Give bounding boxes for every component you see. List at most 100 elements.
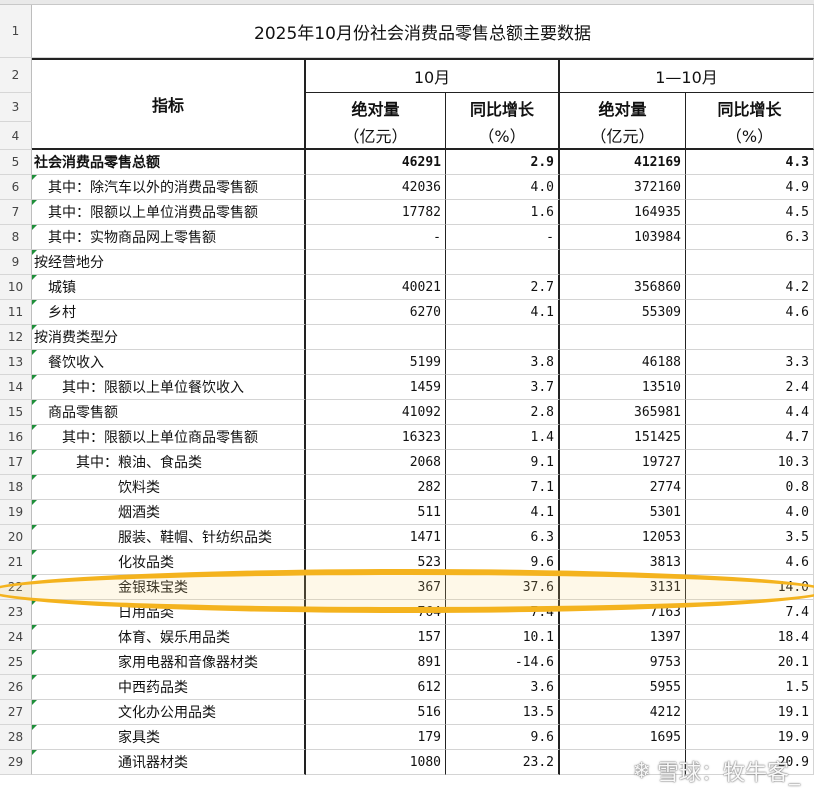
row-label-cell[interactable]: 饮料类 bbox=[32, 475, 306, 500]
row-label-cell[interactable]: 其中：限额以上单位商品零售额 bbox=[32, 425, 306, 450]
row-number[interactable]: 4 bbox=[0, 122, 32, 150]
row-label-cell[interactable]: 金银珠宝类 bbox=[32, 575, 306, 600]
period1-header[interactable]: 10月 bbox=[306, 58, 560, 93]
c-abs-unit[interactable]: （亿元） bbox=[560, 122, 686, 150]
value-cell[interactable]: 19.9 bbox=[686, 725, 814, 750]
value-cell[interactable]: -14.6 bbox=[446, 650, 560, 675]
value-cell[interactable]: - bbox=[446, 225, 560, 250]
row-number[interactable]: 15 bbox=[0, 400, 32, 425]
value-cell[interactable]: 511 bbox=[306, 500, 446, 525]
value-cell[interactable]: 7.4 bbox=[686, 600, 814, 625]
value-cell[interactable]: 4.9 bbox=[686, 175, 814, 200]
value-cell[interactable]: 5199 bbox=[306, 350, 446, 375]
indicator-header[interactable]: 指标 bbox=[32, 58, 306, 150]
row-label-cell[interactable]: 按经营地分 bbox=[32, 250, 306, 275]
row-label-cell[interactable]: 商品零售额 bbox=[32, 400, 306, 425]
value-cell[interactable]: 19.1 bbox=[686, 700, 814, 725]
value-cell[interactable]: 41092 bbox=[306, 400, 446, 425]
row-label-cell[interactable]: 其中：除汽车以外的消费品零售额 bbox=[32, 175, 306, 200]
period2-header[interactable]: 1—10月 bbox=[560, 58, 814, 93]
row-number[interactable]: 14 bbox=[0, 375, 32, 400]
value-cell[interactable]: 9.6 bbox=[446, 550, 560, 575]
value-cell[interactable]: 20.1 bbox=[686, 650, 814, 675]
value-cell[interactable]: 3.8 bbox=[446, 350, 560, 375]
value-cell[interactable]: 3813 bbox=[560, 550, 686, 575]
m-yoy-unit[interactable]: （%） bbox=[446, 122, 560, 150]
value-cell[interactable]: 4.4 bbox=[686, 400, 814, 425]
value-cell[interactable]: 3131 bbox=[560, 575, 686, 600]
value-cell[interactable]: 4.6 bbox=[686, 300, 814, 325]
row-number[interactable]: 29 bbox=[0, 750, 32, 775]
value-cell[interactable]: 55309 bbox=[560, 300, 686, 325]
value-cell[interactable] bbox=[306, 325, 446, 350]
value-cell[interactable]: 3.5 bbox=[686, 525, 814, 550]
value-cell[interactable]: 523 bbox=[306, 550, 446, 575]
row-label-cell[interactable]: 日用品类 bbox=[32, 600, 306, 625]
value-cell[interactable] bbox=[560, 250, 686, 275]
value-cell[interactable]: 1459 bbox=[306, 375, 446, 400]
value-cell[interactable]: 4.2 bbox=[686, 275, 814, 300]
value-cell[interactable]: 412169 bbox=[560, 150, 686, 175]
value-cell[interactable]: 1.6 bbox=[446, 200, 560, 225]
c-yoy-unit[interactable]: （%） bbox=[686, 122, 814, 150]
row-label-cell[interactable]: 体育、娱乐用品类 bbox=[32, 625, 306, 650]
value-cell[interactable]: 4.0 bbox=[686, 500, 814, 525]
value-cell[interactable]: 1397 bbox=[560, 625, 686, 650]
row-number[interactable]: 11 bbox=[0, 300, 32, 325]
c-abs-header[interactable]: 绝对量 bbox=[560, 93, 686, 122]
value-cell[interactable]: 367 bbox=[306, 575, 446, 600]
value-cell[interactable]: 9.6 bbox=[446, 725, 560, 750]
value-cell[interactable]: 9753 bbox=[560, 650, 686, 675]
value-cell[interactable]: 516 bbox=[306, 700, 446, 725]
value-cell[interactable]: 19727 bbox=[560, 450, 686, 475]
row-number[interactable]: 2 bbox=[0, 58, 32, 93]
value-cell[interactable]: 13.5 bbox=[446, 700, 560, 725]
value-cell[interactable] bbox=[446, 250, 560, 275]
value-cell[interactable]: 37.6 bbox=[446, 575, 560, 600]
row-number[interactable]: 10 bbox=[0, 275, 32, 300]
value-cell[interactable]: 2.7 bbox=[446, 275, 560, 300]
value-cell[interactable]: 2068 bbox=[306, 450, 446, 475]
row-label-cell[interactable]: 餐饮收入 bbox=[32, 350, 306, 375]
row-number[interactable]: 6 bbox=[0, 175, 32, 200]
value-cell[interactable]: 3.7 bbox=[446, 375, 560, 400]
value-cell[interactable]: 12053 bbox=[560, 525, 686, 550]
value-cell[interactable]: 10.1 bbox=[446, 625, 560, 650]
value-cell[interactable]: 9.1 bbox=[446, 450, 560, 475]
value-cell[interactable]: 46188 bbox=[560, 350, 686, 375]
value-cell[interactable]: 103984 bbox=[560, 225, 686, 250]
row-label-cell[interactable]: 服装、鞋帽、针纺织品类 bbox=[32, 525, 306, 550]
value-cell[interactable]: 1080 bbox=[306, 750, 446, 775]
c-yoy-header[interactable]: 同比增长 bbox=[686, 93, 814, 122]
value-cell[interactable] bbox=[560, 325, 686, 350]
value-cell[interactable]: 282 bbox=[306, 475, 446, 500]
value-cell[interactable]: 1471 bbox=[306, 525, 446, 550]
row-label-cell[interactable]: 社会消费品零售总额 bbox=[32, 150, 306, 175]
row-label-cell[interactable]: 通讯器材类 bbox=[32, 750, 306, 775]
value-cell[interactable]: 14.0 bbox=[686, 575, 814, 600]
row-number[interactable]: 19 bbox=[0, 500, 32, 525]
row-number[interactable]: 27 bbox=[0, 700, 32, 725]
row-number[interactable]: 20 bbox=[0, 525, 32, 550]
row-number[interactable]: 16 bbox=[0, 425, 32, 450]
row-number[interactable]: 1 bbox=[0, 5, 32, 58]
value-cell[interactable]: 356860 bbox=[560, 275, 686, 300]
table-title-cell[interactable]: 2025年10月份社会消费品零售总额主要数据 bbox=[32, 5, 814, 58]
row-label-cell[interactable]: 按消费类型分 bbox=[32, 325, 306, 350]
row-number[interactable]: 25 bbox=[0, 650, 32, 675]
row-number[interactable]: 3 bbox=[0, 93, 32, 122]
value-cell[interactable]: 6.3 bbox=[446, 525, 560, 550]
row-number[interactable]: 28 bbox=[0, 725, 32, 750]
value-cell[interactable]: 2.8 bbox=[446, 400, 560, 425]
m-abs-unit[interactable]: （亿元） bbox=[306, 122, 446, 150]
value-cell[interactable]: 1695 bbox=[560, 725, 686, 750]
value-cell[interactable]: 4.0 bbox=[446, 175, 560, 200]
row-label-cell[interactable]: 文化办公用品类 bbox=[32, 700, 306, 725]
value-cell[interactable]: 7.4 bbox=[446, 600, 560, 625]
value-cell[interactable]: 23.2 bbox=[446, 750, 560, 775]
row-label-cell[interactable]: 家用电器和音像器材类 bbox=[32, 650, 306, 675]
value-cell[interactable]: 1.5 bbox=[686, 675, 814, 700]
row-label-cell[interactable]: 城镇 bbox=[32, 275, 306, 300]
value-cell[interactable]: 4.7 bbox=[686, 425, 814, 450]
row-number[interactable]: 7 bbox=[0, 200, 32, 225]
